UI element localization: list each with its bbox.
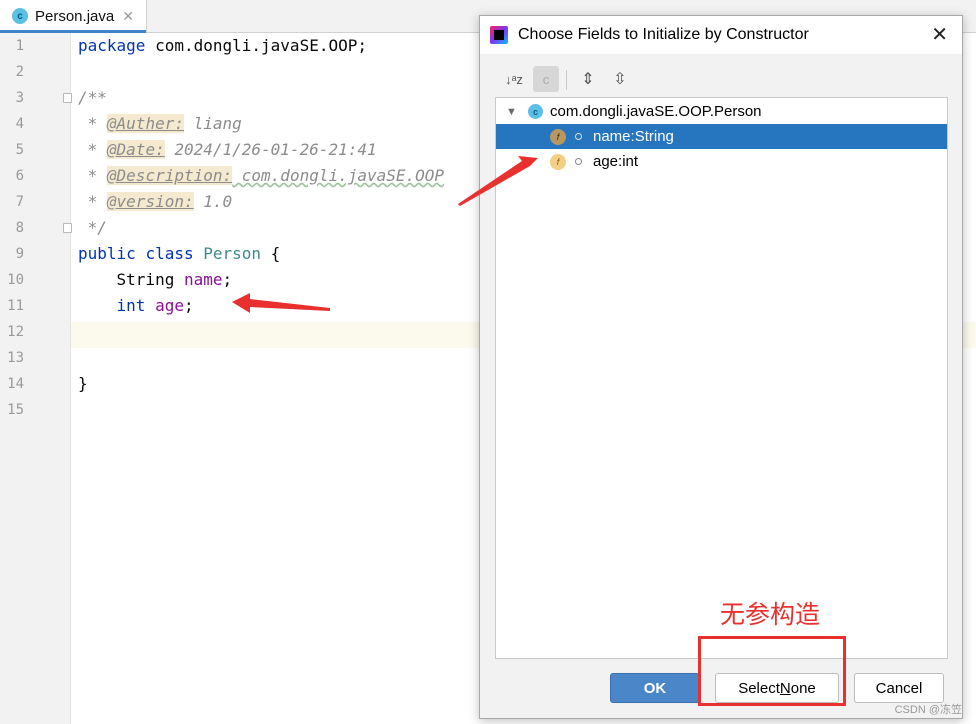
field-icon: f bbox=[550, 128, 566, 145]
tree-field-item[interactable]: f name:String bbox=[496, 124, 947, 149]
line-number: 5 bbox=[15, 142, 24, 158]
line-number: 7 bbox=[15, 194, 24, 210]
line-number: 11 bbox=[7, 298, 24, 314]
tree-field-item[interactable]: f age:int bbox=[496, 149, 947, 174]
tab-person-java[interactable]: c Person.java ✕ bbox=[0, 0, 147, 33]
line-number: 4 bbox=[15, 116, 24, 132]
ok-button[interactable]: OK bbox=[610, 673, 700, 703]
cancel-button[interactable]: Cancel bbox=[854, 673, 944, 703]
line-number: 10 bbox=[7, 272, 24, 288]
line-number-gutter: 1 2 3 4 5 6 7 8 9 10 11 12 13 14 15 bbox=[0, 33, 72, 724]
code-line-7: * @version: 1.0 bbox=[78, 192, 233, 211]
code-line-14: } bbox=[78, 374, 88, 393]
code-line-10: String name; bbox=[116, 270, 233, 289]
class-icon: c bbox=[528, 104, 543, 119]
fields-tree[interactable]: ▼ c com.dongli.javaSE.OOP.Person f name:… bbox=[495, 97, 948, 659]
tab-title: Person.java bbox=[35, 7, 115, 25]
line-number: 9 bbox=[15, 246, 24, 262]
expand-all-icon[interactable]: ⇕ bbox=[575, 66, 601, 92]
show-classes-toggle-icon[interactable]: c bbox=[533, 66, 559, 92]
line-number: 8 bbox=[15, 220, 24, 236]
annotation-label: 无参构造 bbox=[720, 600, 821, 629]
tree-field-label: age:int bbox=[593, 153, 639, 170]
package-private-icon bbox=[575, 133, 582, 140]
line-number: 6 bbox=[15, 168, 24, 184]
line-number: 15 bbox=[7, 402, 24, 418]
dialog-title-bar: Choose Fields to Initialize by Construct… bbox=[480, 16, 962, 54]
tree-field-label: name:String bbox=[593, 128, 674, 145]
code-line-8: */ bbox=[78, 218, 107, 237]
code-line-4: * @Auther: liang bbox=[78, 114, 242, 133]
line-number: 1 bbox=[15, 38, 24, 54]
line-number: 13 bbox=[7, 350, 24, 366]
close-icon[interactable]: ✕ bbox=[931, 16, 948, 54]
code-line-9: public class Person { bbox=[78, 244, 281, 263]
tree-root-label: com.dongli.javaSE.OOP.Person bbox=[550, 103, 762, 120]
code-line-5: * @Date: 2024/1/26-01-26-21:41 bbox=[78, 140, 377, 159]
line-number: 14 bbox=[7, 376, 24, 392]
code-line-6: * @Description: com.dongli.javaSE.OOP bbox=[78, 166, 445, 185]
intellij-logo-icon bbox=[490, 26, 508, 44]
watermark: CSDN @冻笠 bbox=[894, 704, 962, 716]
sort-alphabetically-icon[interactable]: ↓ᵃz bbox=[501, 66, 527, 92]
package-private-icon bbox=[575, 158, 582, 165]
tree-root-class[interactable]: ▼ c com.dongli.javaSE.OOP.Person bbox=[496, 99, 947, 124]
code-line-3: /** bbox=[78, 88, 107, 107]
annotation-highlight-box bbox=[698, 636, 846, 706]
java-class-icon: c bbox=[12, 8, 28, 24]
collapse-all-icon[interactable]: ⇳ bbox=[607, 66, 633, 92]
line-number: 12 bbox=[7, 324, 24, 340]
line-number: 2 bbox=[15, 64, 24, 80]
line-number: 3 bbox=[15, 90, 24, 106]
code-line-1: package com.dongli.javaSE.OOP; bbox=[78, 36, 367, 55]
close-icon[interactable]: ✕ bbox=[122, 8, 134, 25]
code-line-11: int age; bbox=[116, 296, 194, 315]
chevron-down-icon[interactable]: ▼ bbox=[506, 106, 517, 118]
toolbar-separator bbox=[566, 70, 567, 90]
dialog-title: Choose Fields to Initialize by Construct… bbox=[518, 26, 809, 43]
field-icon: f bbox=[550, 153, 566, 170]
dialog-toolbar: ↓ᵃz c ⇕ ⇳ bbox=[480, 62, 962, 92]
